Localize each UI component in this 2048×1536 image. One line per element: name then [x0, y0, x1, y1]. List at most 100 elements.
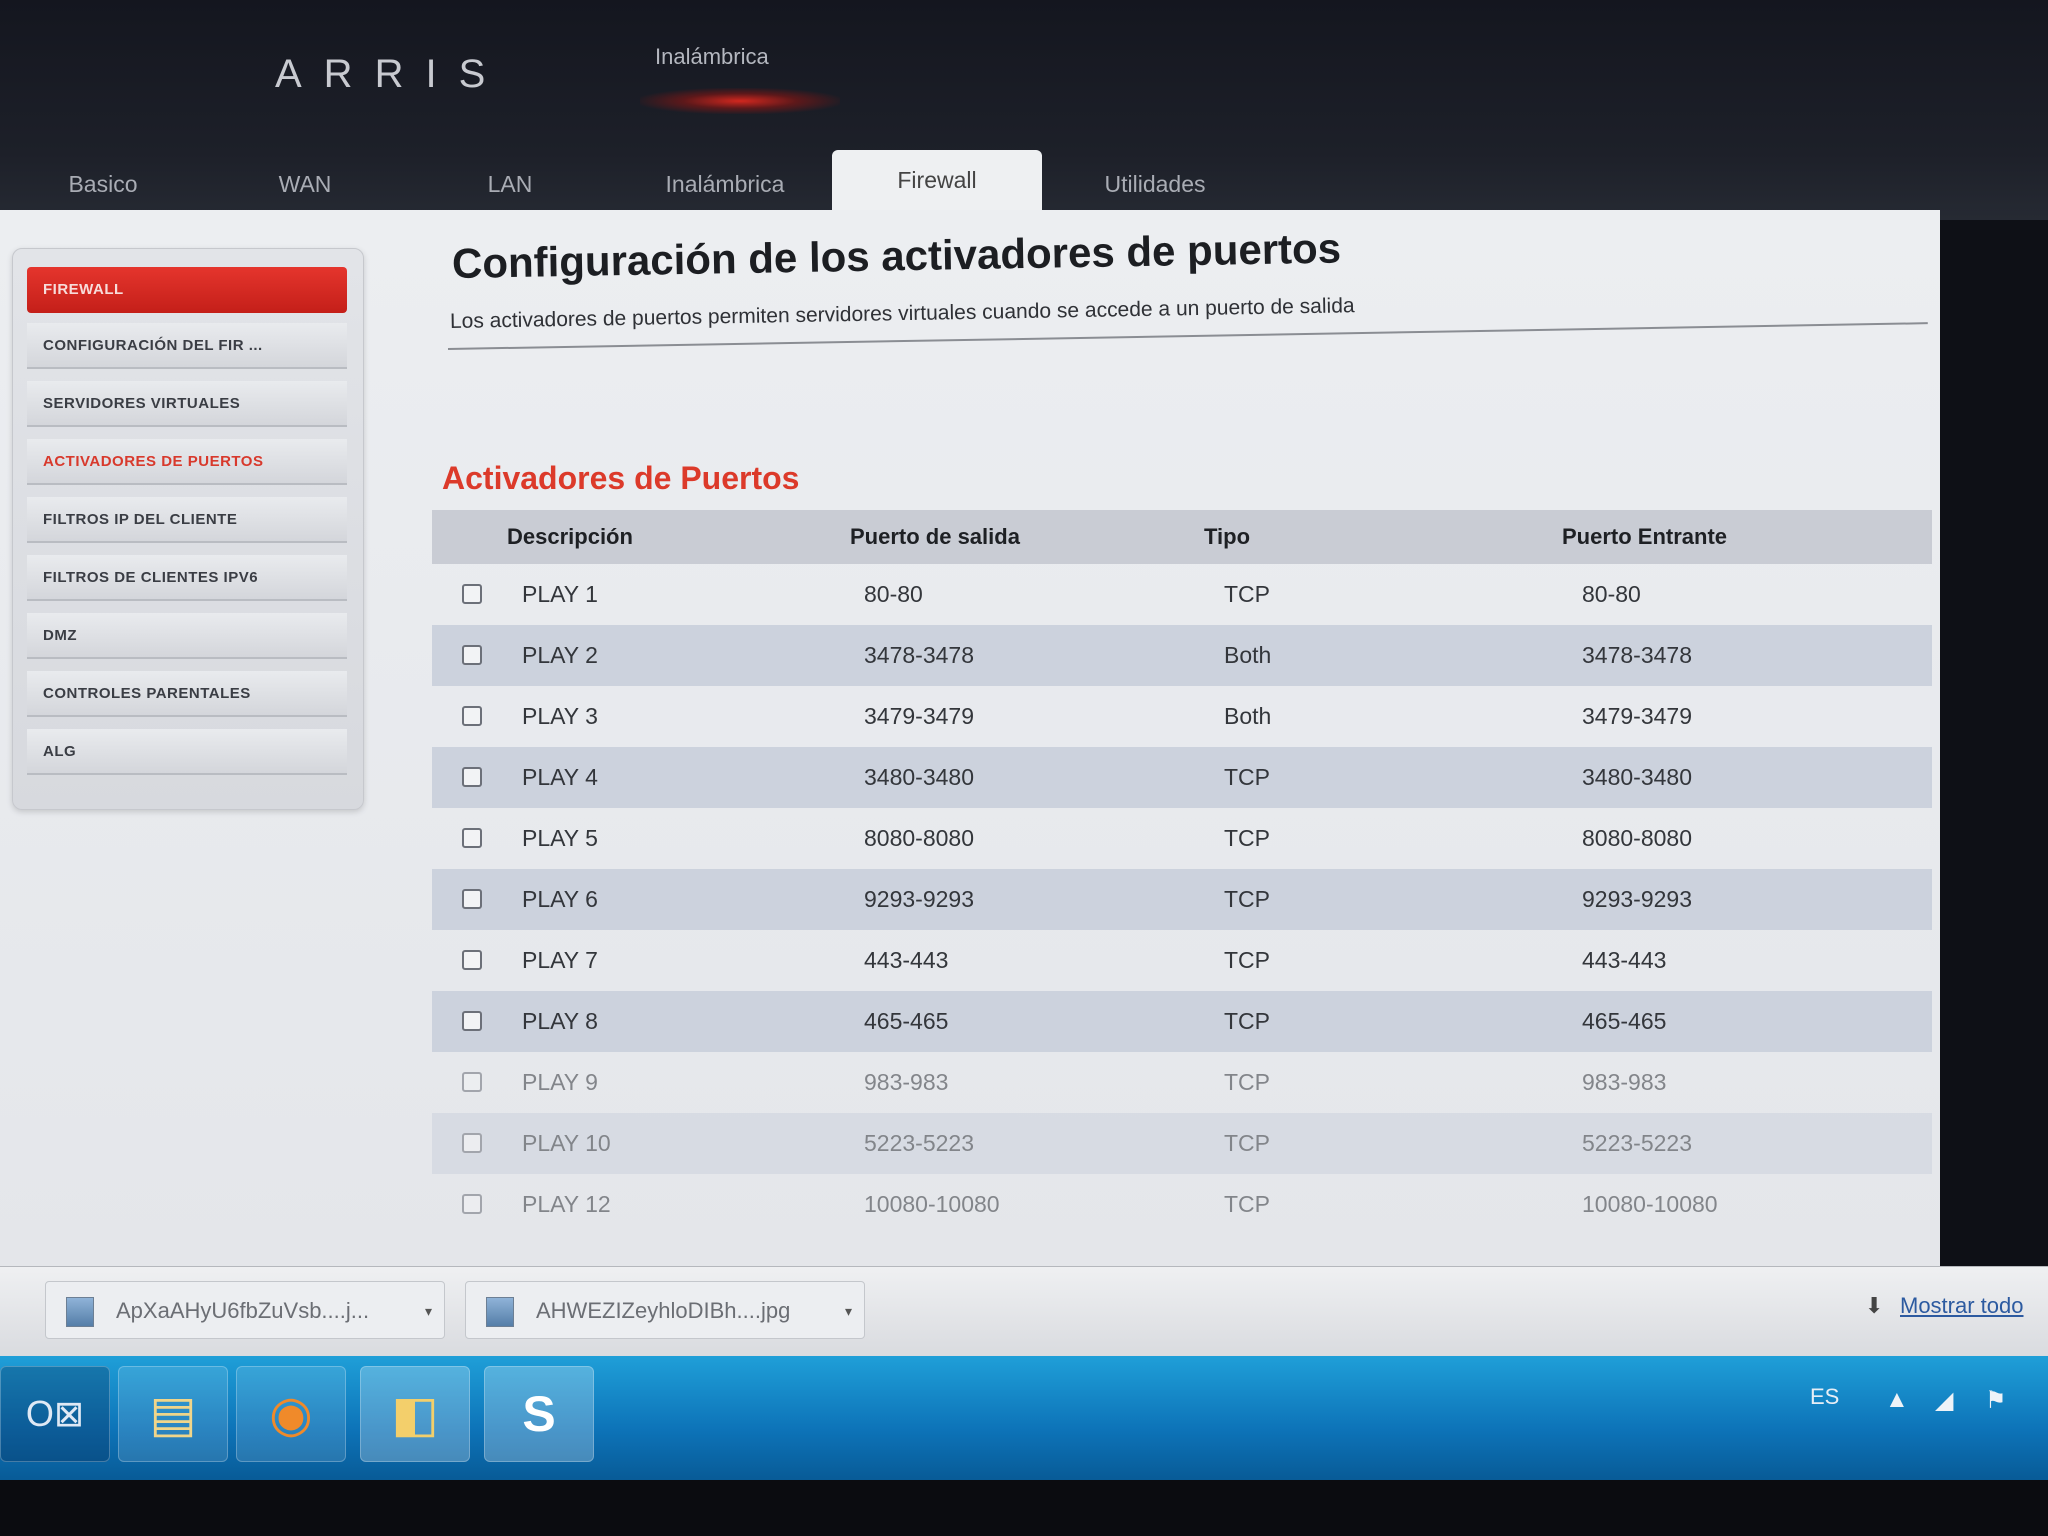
row-out-port: 3478-3478 [864, 642, 974, 668]
row-description: PLAY 10 [522, 1130, 611, 1156]
skype-icon: S [522, 1386, 556, 1442]
sidebar-item-servidores-virtuales[interactable]: SERVIDORES VIRTUALES [27, 381, 347, 427]
tab-utilidades[interactable]: Utilidades [1075, 160, 1235, 208]
row-in-port: 9293-9293 [1582, 886, 1692, 912]
table-row[interactable]: PLAY 6 9293-9293 TCP 9293-9293 [432, 869, 1932, 930]
folder-taskbar-button[interactable]: ◧ [360, 1366, 470, 1462]
page-title: Configuración de los activadores de puer… [451, 224, 1342, 287]
row-checkbox[interactable] [462, 1072, 482, 1092]
image-file-icon [66, 1297, 94, 1327]
row-description: PLAY 8 [522, 1008, 598, 1034]
show-all-downloads-link[interactable]: Mostrar todo [1900, 1293, 2024, 1319]
downloads-bar: ApXaAHyU6fbZuVsb....j... ▾ AHWEZIZeyhloD… [0, 1266, 2048, 1357]
row-type: TCP [1224, 886, 1270, 912]
download-item[interactable]: AHWEZIZeyhloDIBh....jpg ▾ [465, 1281, 865, 1339]
row-in-port: 3480-3480 [1582, 764, 1692, 790]
section-title: Activadores de Puertos [442, 460, 800, 496]
row-checkbox[interactable] [462, 889, 482, 909]
row-out-port: 465-465 [864, 1008, 949, 1034]
row-in-port: 465-465 [1582, 1008, 1667, 1034]
row-checkbox[interactable] [462, 1194, 482, 1214]
table-row[interactable]: PLAY 12 10080-10080 TCP 10080-10080 [432, 1174, 1932, 1235]
sidebar-item-dmz[interactable]: DMZ [27, 613, 347, 659]
row-type: TCP [1224, 764, 1270, 790]
sidebar-item-filtros-ip[interactable]: FILTROS IP DEL CLIENTE [27, 497, 347, 543]
outlook-taskbar-button[interactable]: O⊠ [0, 1366, 110, 1462]
table-row[interactable]: PLAY 7 443-443 TCP 443-443 [432, 930, 1932, 991]
row-type: TCP [1224, 1191, 1270, 1217]
row-description: PLAY 5 [522, 825, 598, 851]
row-in-port: 5223-5223 [1582, 1130, 1692, 1156]
tab-basico[interactable]: Basico [48, 160, 158, 208]
explorer-taskbar-button[interactable]: ▤ [118, 1366, 228, 1462]
table-row[interactable]: PLAY 5 8080-8080 TCP 8080-8080 [432, 808, 1932, 869]
row-checkbox[interactable] [462, 584, 482, 604]
table-row[interactable]: PLAY 9 983-983 TCP 983-983 [432, 1052, 1932, 1113]
row-type: Both [1224, 642, 1272, 668]
row-description: PLAY 6 [522, 886, 598, 912]
firewall-sidebar: FIREWALL CONFIGURACIÓN DEL FIR ... SERVI… [12, 248, 364, 810]
row-checkbox[interactable] [462, 645, 482, 665]
tab-inalambrica[interactable]: Inalámbrica [640, 160, 810, 208]
sidebar-item-filtros-ipv6[interactable]: FILTROS DE CLIENTES IPV6 [27, 555, 347, 601]
row-checkbox[interactable] [462, 828, 482, 848]
column-header-description: Descripción [507, 524, 633, 549]
row-type: TCP [1224, 1069, 1270, 1095]
row-description: PLAY 2 [522, 642, 598, 668]
table-row[interactable]: PLAY 8 465-465 TCP 465-465 [432, 991, 1932, 1052]
sidebar-item-alg[interactable]: ALG [27, 729, 347, 775]
sidebar-item-activadores-de-puertos[interactable]: ACTIVADORES DE PUERTOS [27, 439, 347, 485]
row-checkbox[interactable] [462, 950, 482, 970]
row-in-port: 10080-10080 [1582, 1191, 1718, 1217]
table-header: Descripción Puerto de salida Tipo Puerto… [432, 510, 1932, 564]
table-row[interactable]: PLAY 1 80-80 TCP 80-80 [432, 564, 1932, 625]
sidebar-header-firewall[interactable]: FIREWALL [27, 267, 347, 313]
table-row[interactable]: PLAY 10 5223-5223 TCP 5223-5223 [432, 1113, 1932, 1174]
row-checkbox[interactable] [462, 1011, 482, 1031]
skype-taskbar-button[interactable]: S [484, 1366, 594, 1462]
folder-icon: ◧ [391, 1386, 439, 1442]
row-out-port: 983-983 [864, 1069, 949, 1095]
action-center-flag-icon[interactable]: ⚑ [1985, 1386, 2007, 1415]
row-checkbox[interactable] [462, 1133, 482, 1153]
arris-logo: ARRIS [275, 52, 508, 96]
firefox-icon: ◉ [269, 1386, 313, 1442]
tab-lan[interactable]: LAN [455, 160, 565, 208]
sidebar-item-configuracion[interactable]: CONFIGURACIÓN DEL FIR ... [27, 323, 347, 369]
top-section-label: Inalámbrica [655, 44, 769, 69]
row-out-port: 9293-9293 [864, 886, 974, 912]
download-item[interactable]: ApXaAHyU6fbZuVsb....j... ▾ [45, 1281, 445, 1339]
row-description: PLAY 4 [522, 764, 598, 790]
table-row[interactable]: PLAY 4 3480-3480 TCP 3480-3480 [432, 747, 1932, 808]
row-checkbox[interactable] [462, 767, 482, 787]
row-type: TCP [1224, 1130, 1270, 1156]
tab-firewall[interactable]: Firewall [832, 150, 1042, 210]
row-checkbox[interactable] [462, 706, 482, 726]
firefox-taskbar-button[interactable]: ◉ [236, 1366, 346, 1462]
row-in-port: 8080-8080 [1582, 825, 1692, 851]
network-signal-icon[interactable]: ◢ [1935, 1386, 1953, 1415]
row-out-port: 3479-3479 [864, 703, 974, 729]
row-in-port: 80-80 [1582, 581, 1641, 607]
column-header-out-port: Puerto de salida [850, 524, 1020, 549]
show-hidden-icons-icon[interactable]: ▲ [1885, 1386, 1909, 1414]
row-description: PLAY 9 [522, 1069, 598, 1095]
file-explorer-icon: ▤ [149, 1386, 197, 1442]
router-header: ARRIS Inalámbrica Basico WAN LAN Inalámb… [0, 0, 2048, 220]
language-indicator[interactable]: ES [1810, 1384, 1839, 1410]
row-out-port: 3480-3480 [864, 764, 974, 790]
row-in-port: 3478-3478 [1582, 642, 1692, 668]
download-arrow-icon: ⬇ [1865, 1293, 1884, 1318]
row-in-port: 3479-3479 [1582, 703, 1692, 729]
row-description: PLAY 1 [522, 581, 598, 607]
chevron-down-icon[interactable]: ▾ [425, 1282, 432, 1338]
row-out-port: 80-80 [864, 581, 923, 607]
sidebar-item-controles-parentales[interactable]: CONTROLES PARENTALES [27, 671, 347, 717]
chevron-down-icon[interactable]: ▾ [845, 1282, 852, 1338]
tab-wan[interactable]: WAN [250, 160, 360, 208]
row-out-port: 10080-10080 [864, 1191, 1000, 1217]
table-row[interactable]: PLAY 2 3478-3478 Both 3478-3478 [432, 625, 1932, 686]
table-row[interactable]: PLAY 3 3479-3479 Both 3479-3479 [432, 686, 1932, 747]
row-out-port: 443-443 [864, 947, 949, 973]
page-content: FIREWALL CONFIGURACIÓN DEL FIR ... SERVI… [0, 210, 1940, 1290]
